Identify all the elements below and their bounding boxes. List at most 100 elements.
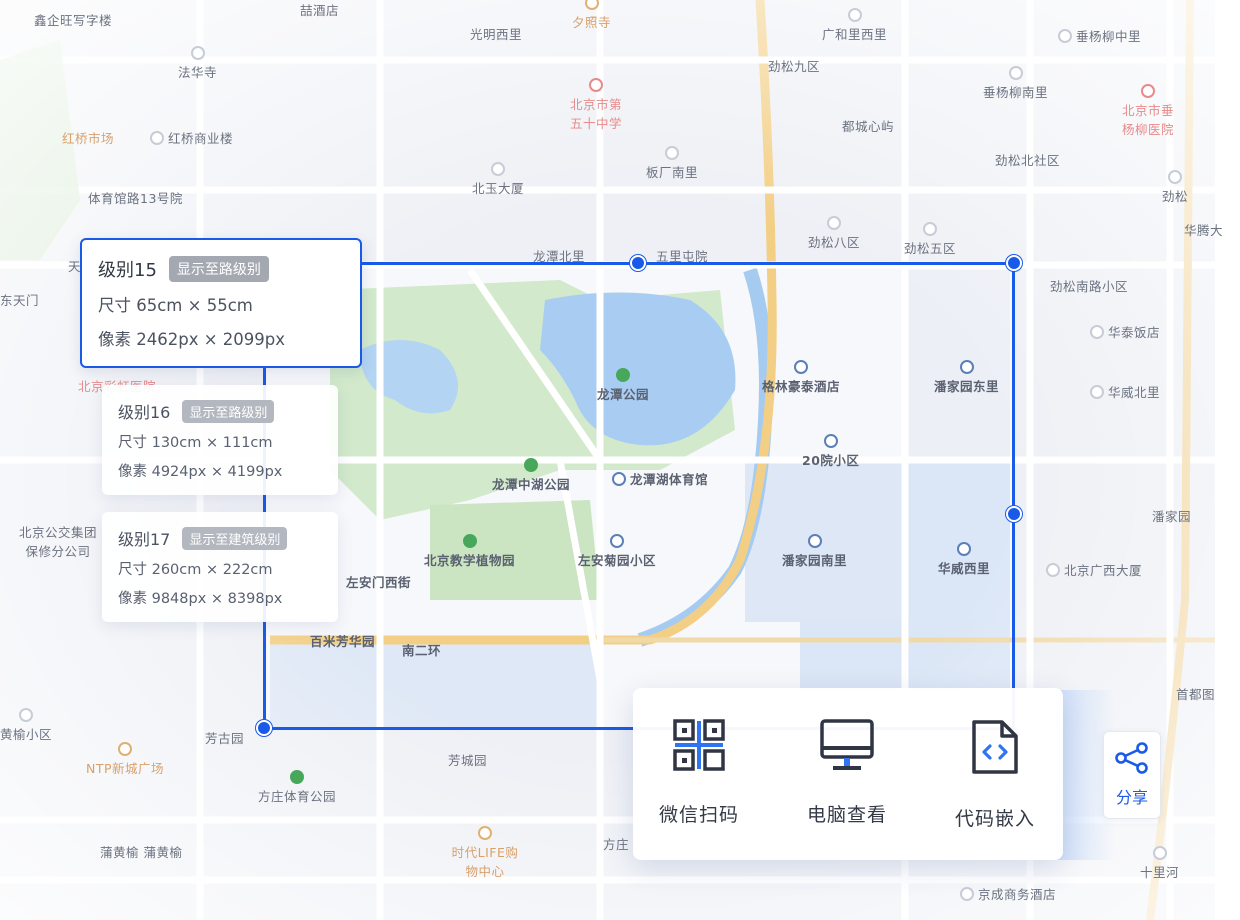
level-title: 级别16 bbox=[118, 403, 171, 422]
map-label: 十里河 bbox=[1140, 846, 1179, 881]
share-icon bbox=[1114, 742, 1150, 778]
map-label: 喆酒店 bbox=[300, 3, 340, 18]
poi-icon bbox=[1008, 66, 1023, 80]
park-icon bbox=[524, 458, 538, 472]
map-label: 北玉大厦 bbox=[472, 162, 524, 197]
share-option-wechat[interactable]: 微信扫码 bbox=[639, 718, 759, 827]
poi-icon bbox=[584, 0, 599, 10]
map-label: 北京教学植物园 bbox=[424, 534, 515, 569]
map-label: 劲松北社区 bbox=[995, 153, 1061, 168]
poi-icon bbox=[19, 708, 33, 722]
poi-icon bbox=[823, 434, 838, 448]
level-size: 尺寸 65cm × 55cm bbox=[98, 296, 253, 315]
map-label: 格林豪泰酒店 bbox=[762, 360, 840, 395]
map-label: 南二环 bbox=[402, 643, 442, 658]
poi-icon bbox=[118, 742, 133, 756]
map-label: 法华寺 bbox=[178, 46, 217, 81]
map-label: 红桥商业楼 bbox=[150, 128, 233, 147]
share-option-label: 微信扫码 bbox=[658, 804, 739, 826]
map-label: 北京广西大厦 bbox=[1046, 560, 1142, 579]
poi-icon bbox=[1058, 28, 1072, 43]
map-label: 夕照寺 bbox=[572, 0, 611, 31]
poi-icon bbox=[957, 542, 971, 556]
poi-icon bbox=[960, 886, 974, 901]
map-label: 垂杨柳南里 bbox=[983, 66, 1048, 101]
map-label: 劲松八区 bbox=[808, 216, 860, 251]
resize-handle-top-right[interactable] bbox=[1006, 255, 1022, 271]
poi-icon bbox=[665, 146, 679, 160]
map-label: 龙潭湖体育馆 bbox=[612, 469, 708, 488]
level-tag: 显示至路级别 bbox=[168, 256, 269, 282]
qr-code-icon bbox=[672, 718, 726, 776]
share-option-embed[interactable]: 代码嵌入 bbox=[935, 718, 1055, 831]
map-label: 鑫企旺写字楼 bbox=[34, 13, 113, 28]
level-card-15[interactable]: 级别15 显示至路级别 尺寸 65cm × 55cm 像素 2462px × 2… bbox=[80, 238, 362, 368]
park-icon bbox=[462, 534, 477, 548]
map-label: 垂杨柳中里 bbox=[1058, 26, 1141, 45]
poi-icon bbox=[807, 534, 822, 548]
poi-icon bbox=[190, 46, 205, 60]
map-label: 龙潭公园 bbox=[597, 368, 649, 403]
stadium-icon bbox=[612, 471, 626, 486]
share-button[interactable]: 分享 bbox=[1103, 731, 1161, 819]
share-option-desktop[interactable]: 电脑查看 bbox=[787, 718, 907, 827]
map-label: 华威北里 bbox=[1090, 382, 1160, 401]
map-label: 潘家园 bbox=[1152, 509, 1192, 524]
level-tag: 显示至建筑级别 bbox=[182, 526, 288, 550]
hospital-icon bbox=[589, 78, 603, 92]
poi-icon bbox=[1152, 846, 1167, 860]
mall-icon bbox=[478, 826, 492, 840]
map-label: 蒲黄榆 蒲黄榆 bbox=[100, 845, 183, 860]
map-label: 劲松南路小区 bbox=[1050, 279, 1129, 294]
map-label: 潘家园南里 bbox=[782, 534, 847, 569]
level-card-16[interactable]: 级别16 显示至路级别 尺寸 130cm × 111cm 像素 4924px ×… bbox=[102, 385, 338, 495]
map-label: 光明西里 bbox=[470, 27, 523, 42]
resize-handle-bottom-left[interactable] bbox=[256, 720, 272, 736]
poi-icon bbox=[1090, 384, 1104, 399]
level-card-17[interactable]: 级别17 显示至建筑级别 尺寸 260cm × 222cm 像素 9848px … bbox=[102, 512, 338, 622]
code-file-icon bbox=[970, 718, 1020, 780]
level-tag: 显示至路级别 bbox=[182, 399, 275, 423]
map-label: 方庄 bbox=[603, 837, 630, 852]
poi-icon bbox=[610, 534, 624, 548]
level-pixels: 像素 4924px × 4199px bbox=[118, 464, 283, 480]
hotel-icon bbox=[794, 360, 808, 374]
map-label: 北京公交集团保修分公司 bbox=[18, 525, 97, 559]
map-label: 百米芳华园 bbox=[310, 634, 376, 649]
poi-icon bbox=[1090, 324, 1104, 339]
map-label: 京成商务酒店 bbox=[960, 884, 1056, 903]
share-panel: 微信扫码 电脑查看 代码嵌入 bbox=[633, 688, 1063, 860]
map-label: 华泰饭店 bbox=[1090, 322, 1160, 341]
hospital-icon bbox=[1141, 84, 1155, 98]
share-button-label: 分享 bbox=[1115, 788, 1148, 807]
map-label: 劲松九区 bbox=[768, 59, 821, 74]
resize-handle-top[interactable] bbox=[630, 255, 646, 271]
map-label: 左安菊园小区 bbox=[578, 534, 656, 569]
map-label: 华腾大 bbox=[1184, 223, 1224, 238]
poi-icon bbox=[847, 8, 862, 22]
park-icon bbox=[616, 368, 630, 382]
resize-handle-right[interactable] bbox=[1006, 506, 1022, 522]
poi-icon bbox=[959, 360, 974, 374]
map-label: 广和里西里 bbox=[822, 8, 887, 43]
map-label: 劲松 bbox=[1162, 170, 1188, 205]
poi-icon bbox=[827, 216, 841, 230]
map-label: 首都图 bbox=[1176, 687, 1216, 702]
map-label: 北京市垂杨柳医院 bbox=[1118, 84, 1178, 138]
map-label: 左安门西街 bbox=[346, 575, 412, 590]
level-pixels: 像素 2462px × 2099px bbox=[98, 330, 286, 349]
map-label: 芳古园 bbox=[205, 731, 245, 746]
frame-right-edge[interactable] bbox=[1012, 262, 1015, 730]
level-size: 尺寸 260cm × 222cm bbox=[118, 562, 273, 578]
level-pixels: 像素 9848px × 8398px bbox=[118, 591, 283, 607]
map-label: 板厂南里 bbox=[646, 146, 698, 181]
map-label: 北京市第五十中学 bbox=[566, 78, 626, 132]
map-label: 龙潭中湖公园 bbox=[492, 458, 570, 493]
map-label: 体育馆路13号院 bbox=[88, 191, 183, 206]
map-label: 芳城园 bbox=[448, 753, 488, 768]
map-label: 东天门 bbox=[0, 293, 40, 308]
map-label: 华威西里 bbox=[938, 542, 990, 577]
map-label: 20院小区 bbox=[802, 434, 859, 469]
map-label: 劲松五区 bbox=[904, 222, 956, 257]
poi-icon bbox=[150, 130, 164, 145]
